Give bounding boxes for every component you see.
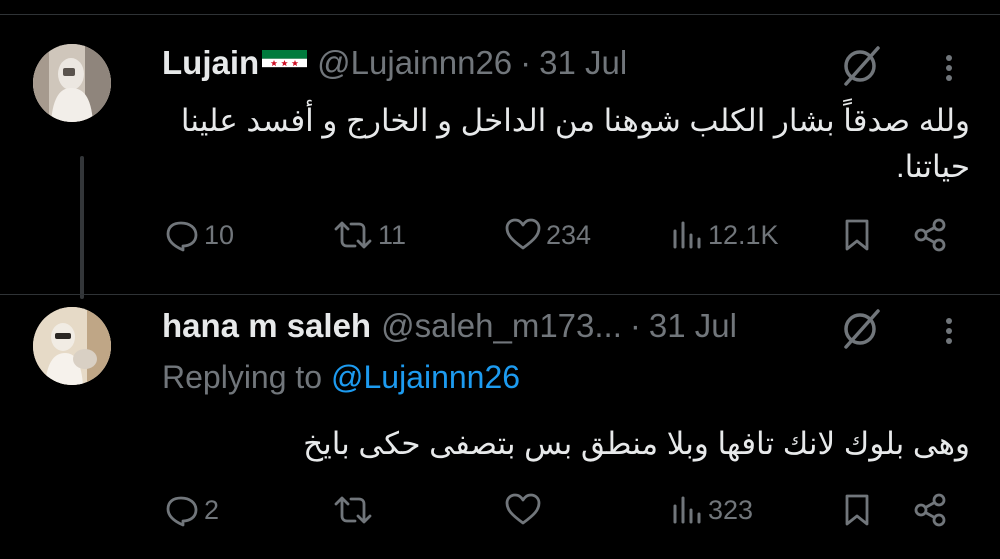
share-button[interactable]: [912, 210, 948, 260]
bookmark-icon: [845, 219, 869, 251]
bookmark-icon: [845, 494, 869, 526]
reply-count: 2: [204, 494, 220, 525]
avatar[interactable]: [33, 307, 111, 385]
like-icon: [505, 218, 541, 250]
separator-dot: ·: [520, 44, 532, 81]
bookmark-button[interactable]: [842, 210, 872, 260]
reply-icon: [166, 221, 198, 252]
reply-count: 10: [204, 219, 235, 250]
share-icon: [914, 218, 946, 252]
grok-icon[interactable]: [838, 42, 886, 90]
handle[interactable]: @saleh_m173...: [381, 307, 622, 345]
tweet-actions: 2 323: [0, 485, 1000, 535]
repost-icon: [334, 221, 372, 249]
like-count: 234: [546, 219, 592, 250]
replying-prefix: Replying to: [162, 359, 323, 395]
like-button[interactable]: [504, 485, 546, 535]
like-icon: [505, 493, 541, 525]
tweet-actions: 10 11 234 12.1K: [0, 210, 1000, 260]
avatar[interactable]: [33, 44, 111, 122]
views-icon: [673, 221, 701, 249]
replying-to: Replying to @Lujainnn26: [162, 359, 520, 396]
reply-mention-link[interactable]: @Lujainnn26: [331, 359, 520, 395]
bookmark-button[interactable]: [842, 485, 872, 535]
display-name[interactable]: hana m saleh: [162, 307, 371, 345]
timestamp[interactable]: 31 Jul: [539, 44, 627, 82]
grok-icon[interactable]: [838, 305, 886, 353]
reply-button[interactable]: 2: [164, 485, 219, 535]
tweet-text: ولله صدقاً بشار الكلب شوهنا من الداخل و …: [180, 103, 970, 184]
more-icon[interactable]: [934, 311, 964, 351]
tweet-text: وهى بلوك لانك تافها وبلا منطق بس بتصفى ح…: [303, 426, 970, 461]
view-count: 323: [708, 494, 754, 525]
views-button[interactable]: 323: [670, 485, 753, 535]
repost-button[interactable]: 11: [332, 210, 406, 260]
views-icon: [673, 496, 701, 524]
handle[interactable]: @Lujainnn26: [317, 44, 512, 82]
share-button[interactable]: [912, 485, 948, 535]
tweet-header: hana m saleh @saleh_m173... · 31 Jul: [162, 307, 737, 345]
tweet[interactable]: hana m saleh @saleh_m173... · 31 Jul Rep…: [0, 295, 1000, 559]
separator-dot: ·: [629, 307, 641, 344]
tweet[interactable]: Lujain @Lujainnn26 · 31 Jul ولله صدقاً ب…: [0, 14, 1000, 294]
repost-count: 11: [378, 219, 407, 250]
like-button[interactable]: 234: [504, 210, 591, 260]
more-icon[interactable]: [934, 48, 964, 88]
repost-button[interactable]: [332, 485, 378, 535]
views-button[interactable]: 12.1K: [670, 210, 779, 260]
tweet-header: Lujain @Lujainnn26 · 31 Jul: [162, 44, 627, 82]
reply-icon: [166, 496, 198, 527]
repost-icon: [334, 496, 372, 524]
display-name[interactable]: Lujain: [162, 44, 259, 82]
timestamp[interactable]: 31 Jul: [649, 307, 737, 345]
share-icon: [914, 493, 946, 527]
reply-button[interactable]: 10: [164, 210, 234, 260]
syrian-flag-icon: [262, 50, 308, 76]
view-count: 12.1K: [708, 219, 779, 250]
